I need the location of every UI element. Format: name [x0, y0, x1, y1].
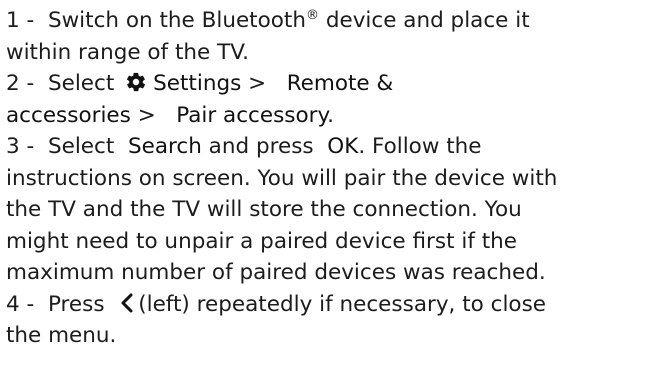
- step-3-line-2: instructions on screen. You will pair th…: [6, 163, 644, 195]
- gear-icon: [127, 72, 146, 92]
- step-1-line-1: 1 - Switch on the Bluetooth® device and …: [6, 8, 530, 33]
- step-2-end: .: [327, 102, 334, 128]
- settings-label: Settings: [153, 71, 242, 96]
- remote-accessories-label-2: accessories: [6, 102, 131, 128]
- step-4-number: 4: [6, 291, 20, 317]
- instruction-steps: 1 - Switch on the Bluetooth® device and …: [6, 5, 644, 352]
- step-4-line-1: 4 - Press (left) repeatedly if necessary…: [6, 291, 547, 317]
- step-3-press: and press: [208, 134, 314, 159]
- remote-accessories-label: Remote &: [286, 71, 394, 96]
- separator-1: >: [248, 71, 267, 96]
- step-4-tail: (left) repeatedly if necessary, to close: [138, 291, 547, 317]
- step-3-text-2: instructions on screen. You will pair th…: [6, 165, 558, 191]
- registered-mark: ®: [305, 8, 319, 23]
- step-4-text-2: the menu.: [6, 323, 117, 348]
- step-1-line-2: within range of the TV.: [6, 37, 644, 69]
- chevron-left-icon: [121, 293, 133, 312]
- step-3-prefix: Select: [47, 134, 115, 159]
- step-1-text-tail: device and place it: [318, 8, 530, 33]
- separator-2: >: [137, 102, 156, 128]
- step-1-number: 1: [6, 8, 20, 33]
- step-1-text-2: within range of the TV.: [6, 39, 249, 65]
- step-4-prefix: Press: [47, 291, 105, 317]
- step-4-line-2: the menu.: [6, 320, 644, 352]
- step-2-line-2: accessories > Pair accessory.: [6, 100, 644, 132]
- ok-label: OK: [327, 134, 359, 159]
- step-3-number: 3: [6, 134, 20, 159]
- step-3-text-5: maximum number of paired devices was rea…: [6, 260, 546, 285]
- step-3-text-3: the TV and the TV will store the connect…: [6, 197, 522, 222]
- step-3-tail: . Follow the: [358, 134, 482, 159]
- step-1-text: Switch on the Bluetooth: [47, 8, 306, 33]
- step-3-line-3: the TV and the TV will store the connect…: [6, 194, 644, 226]
- step-3-line-1: 3 - Select Search and press OK. Follow t…: [6, 134, 482, 159]
- step-3-line-4: might need to unpair a paired device fir…: [6, 226, 644, 258]
- step-3-line-5: maximum number of paired devices was rea…: [6, 257, 644, 289]
- step-3-text-4: might need to unpair a paired device fir…: [6, 228, 518, 254]
- step-2-prefix: Select: [47, 71, 115, 96]
- pair-accessory-label: Pair accessory: [176, 102, 328, 128]
- step-2-number: 2: [6, 71, 20, 96]
- step-2-line-1: 2 - Select Settings > Remote &: [6, 71, 394, 96]
- search-label: Search: [127, 134, 202, 159]
